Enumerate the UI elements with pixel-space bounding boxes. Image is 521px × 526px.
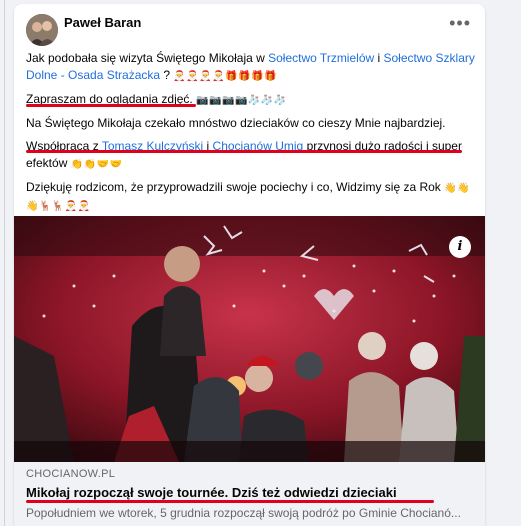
highlight-underline: [26, 104, 196, 107]
emoji-group: 🎅🎅🎅🎅🎁🎁🎁🎁: [173, 71, 278, 82]
highlight-underline: [26, 150, 462, 153]
avatar[interactable]: [26, 14, 58, 46]
link-preview[interactable]: CHOCIANOW.PL Mikołaj rozpoczął swoje tou…: [14, 462, 485, 526]
post-author[interactable]: Paweł Baran: [64, 15, 141, 30]
emoji-group: 📷📷📷📷🧦🧦🧦: [196, 95, 287, 106]
post-card: Paweł Baran ••• Jak podobała się wizyta …: [14, 4, 485, 526]
info-icon[interactable]: i: [449, 236, 471, 258]
post-paragraph: Dziękuję rodzicom, że przyprowadzili swo…: [26, 180, 471, 212]
left-divider: [4, 0, 5, 526]
link-description: Popołudniem we wtorek, 5 grudnia rozpocz…: [26, 506, 461, 520]
post-paragraph: Na Świętego Mikołaja czekało mnóstwo dzi…: [26, 116, 446, 130]
mention-link[interactable]: Sołectwo Trzmielów: [268, 51, 374, 65]
post-paragraph: Współpraca z Tomasz Kulczyński i Chocian…: [26, 139, 462, 170]
post-photo[interactable]: [14, 216, 485, 462]
highlight-underline: [26, 500, 434, 503]
post-paragraph: Jak podobała się wizyta Świętego Mikołaj…: [26, 51, 475, 82]
photo-image: [14, 216, 485, 462]
post-text: Jak podobała się wizyta Świętego Mikołaj…: [26, 50, 478, 221]
more-options-icon[interactable]: •••: [449, 14, 471, 32]
link-title[interactable]: Mikołaj rozpoczął swoje tournée. Dziś te…: [26, 485, 397, 500]
emoji-group: 👏👏🤝🤝: [70, 159, 123, 170]
link-domain: CHOCIANOW.PL: [26, 468, 116, 480]
